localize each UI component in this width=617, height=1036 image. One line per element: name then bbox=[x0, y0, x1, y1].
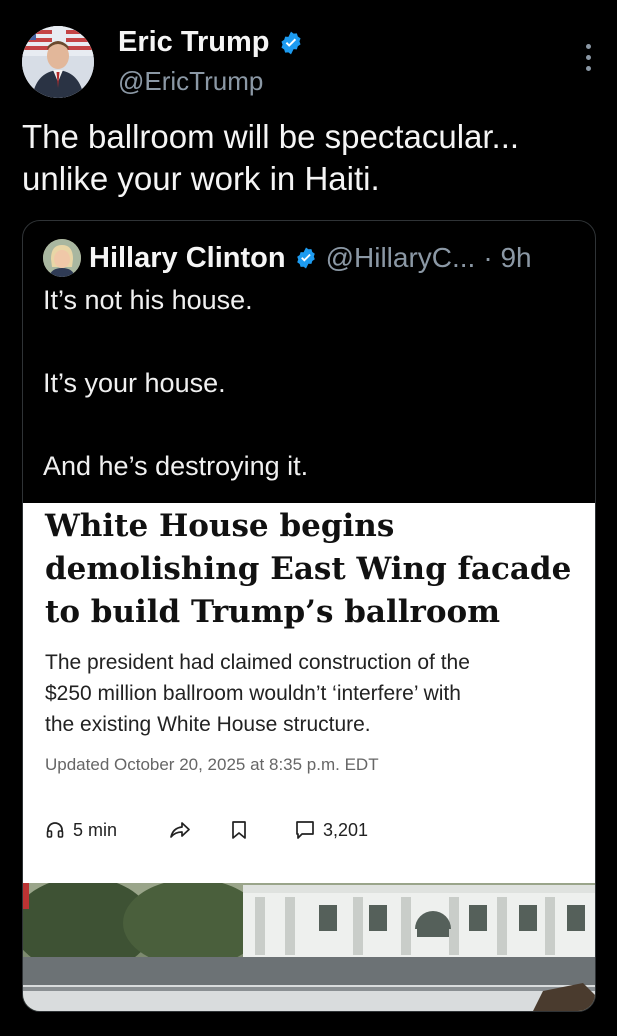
headline-line: White House begins bbox=[45, 508, 395, 544]
headline-line: demolishing East Wing facade bbox=[45, 551, 572, 587]
white-house-photo bbox=[23, 883, 595, 1011]
bookmark-button[interactable] bbox=[231, 820, 295, 840]
verified-badge-icon bbox=[296, 247, 315, 269]
tweet-header: Eric Trump @EricTrump bbox=[22, 24, 602, 100]
share-button[interactable] bbox=[169, 820, 231, 840]
quoted-text-line: It’s not his house. bbox=[43, 285, 253, 315]
comment-icon bbox=[296, 821, 314, 839]
author-handle[interactable]: @EricTrump bbox=[118, 66, 263, 97]
quoted-author-handle[interactable]: @HillaryC... bbox=[326, 242, 476, 274]
read-time: 5 min bbox=[73, 819, 118, 840]
quoted-text-line: It’s your house. bbox=[43, 368, 226, 398]
article-screenshot: White House begins demolishing East Wing… bbox=[23, 503, 595, 883]
quoted-author-avatar[interactable] bbox=[43, 239, 81, 277]
quoted-tweet-card[interactable]: Hillary Clinton @HillaryC... · 9h It’s n… bbox=[22, 220, 596, 1012]
quoted-tweet-header: Hillary Clinton @HillaryC... · 9h bbox=[43, 239, 532, 277]
comment-count: 3,201 bbox=[323, 819, 369, 840]
article-headline: White House begins demolishing East Wing… bbox=[45, 505, 575, 634]
deck-line: $250 million ballroom wouldn’t ‘interfer… bbox=[45, 682, 461, 705]
tweet-text-line: The ballroom will be spectacular... bbox=[22, 118, 520, 155]
author-avatar[interactable] bbox=[22, 26, 94, 98]
quoted-text-line: And he’s destroying it. bbox=[43, 451, 309, 481]
article-toolbar: 5 min 3,201 bbox=[45, 815, 368, 845]
verified-badge-icon bbox=[280, 31, 301, 54]
more-options-icon[interactable] bbox=[584, 44, 592, 78]
article-deck: The president had claimed construction o… bbox=[45, 647, 575, 740]
listen-button[interactable]: 5 min bbox=[45, 820, 169, 841]
bookmark-icon bbox=[232, 821, 246, 839]
tweet-text-line: unlike your work in Haiti. bbox=[22, 160, 380, 197]
deck-line: the existing White House structure. bbox=[45, 713, 371, 736]
headphones-icon bbox=[46, 822, 64, 838]
share-icon bbox=[170, 822, 190, 838]
comments-button[interactable]: 3,201 bbox=[295, 820, 368, 841]
quoted-author-name[interactable]: Hillary Clinton bbox=[89, 242, 286, 275]
deck-line: The president had claimed construction o… bbox=[45, 651, 470, 674]
quoted-tweet-time[interactable]: · 9h bbox=[483, 242, 531, 274]
author-name[interactable]: Eric Trump bbox=[118, 26, 270, 59]
headline-line: to build Trump’s ballroom bbox=[45, 594, 501, 630]
tweet-text: The ballroom will be spectacular... unli… bbox=[22, 116, 597, 200]
article-updated-time: Updated October 20, 2025 at 8:35 p.m. ED… bbox=[45, 755, 379, 774]
